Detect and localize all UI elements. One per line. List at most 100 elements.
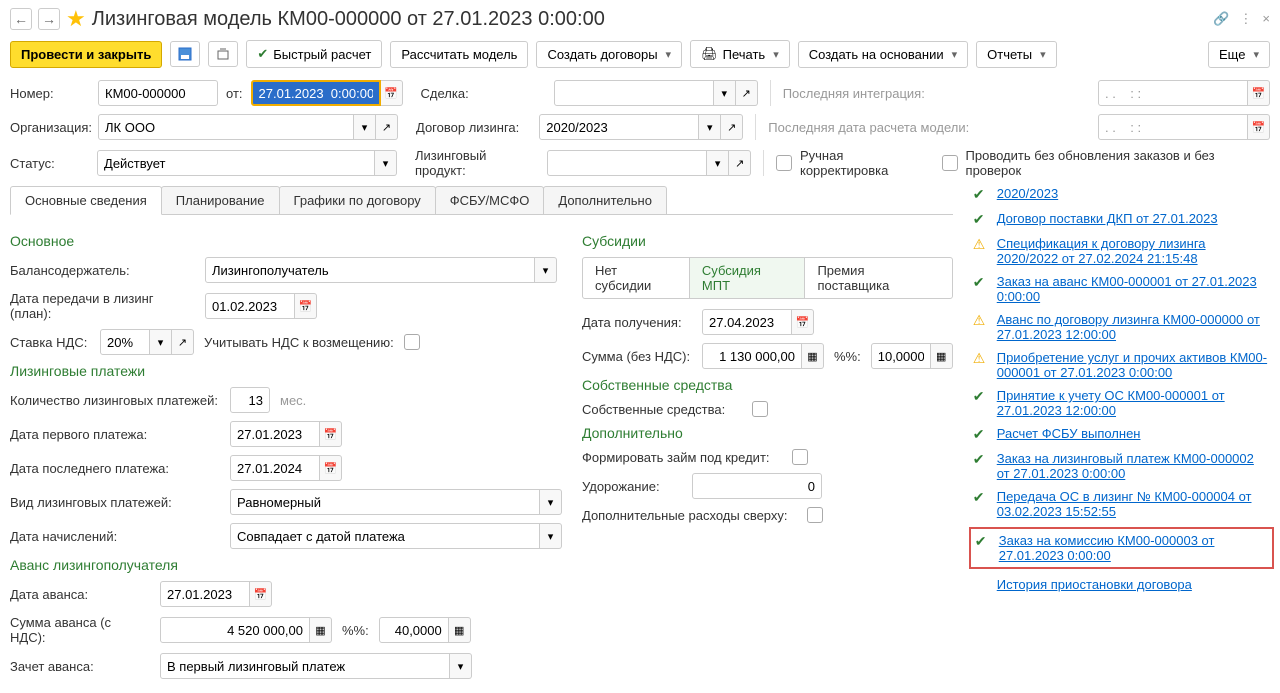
section-payments: Лизинговые платежи bbox=[10, 363, 562, 379]
star-icon[interactable]: ★ bbox=[66, 6, 86, 32]
org-input[interactable] bbox=[98, 114, 354, 140]
dropdown-icon[interactable]: ▾ bbox=[375, 150, 397, 176]
more-button[interactable]: Еще bbox=[1208, 41, 1270, 68]
dropdown-icon[interactable]: ▾ bbox=[714, 80, 736, 106]
vat-credit-checkbox[interactable] bbox=[404, 334, 420, 350]
check-icon: ✔ bbox=[973, 451, 989, 468]
open-icon[interactable]: ↗ bbox=[721, 114, 743, 140]
advance-date-input[interactable] bbox=[160, 581, 250, 607]
post-close-button[interactable]: Провести и закрыть bbox=[10, 41, 162, 68]
accrual-date-input[interactable] bbox=[230, 523, 540, 549]
seg-mpt[interactable]: Субсидия МПТ bbox=[690, 258, 806, 298]
last-pay-input[interactable] bbox=[230, 455, 320, 481]
status-input[interactable] bbox=[97, 150, 375, 176]
open-icon[interactable]: ↗ bbox=[172, 329, 194, 355]
create-based-button[interactable]: Создать на основании bbox=[798, 41, 968, 68]
menu-icon[interactable]: ⋮ bbox=[1239, 11, 1252, 27]
receive-date-input[interactable] bbox=[702, 309, 792, 335]
dropdown-icon[interactable]: ▾ bbox=[354, 114, 376, 140]
section-basic: Основное bbox=[10, 233, 562, 249]
window-title: Лизинговая модель КМ00-000000 от 27.01.2… bbox=[92, 8, 1207, 31]
dropdown-icon[interactable]: ▾ bbox=[535, 257, 557, 283]
calendar-icon[interactable]: 📅 bbox=[250, 581, 272, 607]
calendar-icon[interactable]: 📅 bbox=[1248, 80, 1270, 106]
extra-cost-checkbox[interactable] bbox=[807, 507, 823, 523]
quick-calc-button[interactable]: ✔Быстрый расчет bbox=[246, 40, 382, 68]
tab-basic[interactable]: Основные сведения bbox=[10, 186, 162, 215]
open-icon[interactable]: ↗ bbox=[729, 150, 751, 176]
calendar-icon[interactable]: 📅 bbox=[792, 309, 814, 335]
date-input[interactable] bbox=[251, 80, 381, 106]
last-integration-label: Последняя интеграция: bbox=[783, 86, 925, 101]
dropdown-icon[interactable]: ▾ bbox=[540, 523, 562, 549]
seg-supplier[interactable]: Премия поставщика bbox=[805, 258, 951, 298]
open-icon[interactable]: ↗ bbox=[376, 114, 398, 140]
markup-input[interactable] bbox=[692, 473, 822, 499]
dropdown-icon[interactable]: ▾ bbox=[707, 150, 729, 176]
link-advance-doc[interactable]: Аванс по договору лизинга КМ00-000000 от… bbox=[997, 312, 1270, 342]
link-advance-order[interactable]: Заказ на аванс КМ00-000001 от 27.01.2023… bbox=[997, 274, 1270, 304]
reports-button[interactable]: Отчеты bbox=[976, 41, 1056, 68]
pay-type-input[interactable] bbox=[230, 489, 540, 515]
calendar-icon[interactable]: 📅 bbox=[381, 80, 403, 106]
nav-back[interactable]: ← bbox=[10, 8, 32, 30]
create-contracts-button[interactable]: Создать договоры bbox=[536, 41, 682, 68]
link-spec[interactable]: Спецификация к договору лизинга 2020/202… bbox=[997, 236, 1270, 266]
check-icon: ✔ bbox=[973, 274, 989, 291]
pct-input[interactable] bbox=[871, 343, 931, 369]
own-checkbox[interactable] bbox=[752, 401, 768, 417]
first-pay-input[interactable] bbox=[230, 421, 320, 447]
calc-icon[interactable]: ▦ bbox=[802, 343, 824, 369]
seg-none[interactable]: Нет субсидии bbox=[583, 258, 690, 298]
pay-count-input[interactable] bbox=[230, 387, 270, 413]
post-button[interactable] bbox=[208, 41, 238, 67]
advance-credit-input[interactable] bbox=[160, 653, 450, 679]
balance-holder-input[interactable] bbox=[205, 257, 535, 283]
tab-planning[interactable]: Планирование bbox=[161, 186, 280, 214]
calendar-icon[interactable]: 📅 bbox=[1248, 114, 1270, 140]
link-history[interactable]: История приостановки договора bbox=[997, 577, 1192, 592]
vat-rate-label: Ставка НДС: bbox=[10, 335, 90, 350]
calc-icon[interactable]: ▦ bbox=[449, 617, 471, 643]
loan-checkbox[interactable] bbox=[792, 449, 808, 465]
link-acquisition[interactable]: Приобретение услуг и прочих активов КМ00… bbox=[997, 350, 1270, 380]
tab-extra[interactable]: Дополнительно bbox=[543, 186, 667, 214]
link-fsbu[interactable]: Расчет ФСБУ выполнен bbox=[997, 426, 1141, 441]
calc-icon[interactable]: ▦ bbox=[931, 343, 953, 369]
close-icon[interactable]: × bbox=[1262, 11, 1270, 27]
dropdown-icon[interactable]: ▾ bbox=[699, 114, 721, 140]
tab-schedules[interactable]: Графики по договору bbox=[279, 186, 436, 214]
calendar-icon[interactable]: 📅 bbox=[320, 455, 342, 481]
advance-date-label: Дата аванса: bbox=[10, 587, 150, 602]
link-commission[interactable]: Заказ на комиссию КМ00-000003 от 27.01.2… bbox=[999, 533, 1268, 563]
link-icon[interactable]: 🔗 bbox=[1213, 11, 1229, 27]
vat-rate-input[interactable] bbox=[100, 329, 150, 355]
no-update-checkbox[interactable] bbox=[942, 155, 958, 171]
link-accounting[interactable]: Принятие к учету ОС КМ00-000001 от 27.01… bbox=[997, 388, 1270, 418]
calendar-icon[interactable]: 📅 bbox=[295, 293, 317, 319]
link-supply[interactable]: Договор поставки ДКП от 27.01.2023 bbox=[997, 211, 1218, 226]
link-payment-order[interactable]: Заказ на лизинговый платеж КМ00-000002 о… bbox=[997, 451, 1270, 481]
dropdown-icon[interactable]: ▾ bbox=[150, 329, 172, 355]
save-button[interactable] bbox=[170, 41, 200, 67]
print-button[interactable]: 🖨Печать bbox=[690, 40, 790, 68]
sum-input[interactable] bbox=[702, 343, 802, 369]
manual-checkbox[interactable] bbox=[776, 155, 792, 171]
calc-icon[interactable]: ▦ bbox=[310, 617, 332, 643]
transfer-date-input[interactable] bbox=[205, 293, 295, 319]
nav-forward[interactable]: → bbox=[38, 8, 60, 30]
calendar-icon[interactable]: 📅 bbox=[320, 421, 342, 447]
open-icon[interactable]: ↗ bbox=[736, 80, 758, 106]
product-input[interactable] bbox=[547, 150, 707, 176]
link-transfer[interactable]: Передача ОС в лизинг № КМ00-000004 от 03… bbox=[997, 489, 1270, 519]
advance-sum-input[interactable] bbox=[160, 617, 310, 643]
lease-contract-input[interactable] bbox=[539, 114, 699, 140]
advance-pct-input[interactable] bbox=[379, 617, 449, 643]
dropdown-icon[interactable]: ▾ bbox=[450, 653, 472, 679]
deal-input[interactable] bbox=[554, 80, 714, 106]
dropdown-icon[interactable]: ▾ bbox=[540, 489, 562, 515]
tab-fsbu[interactable]: ФСБУ/МСФО bbox=[435, 186, 545, 214]
link-contract[interactable]: 2020/2023 bbox=[997, 186, 1058, 201]
calc-model-button[interactable]: Рассчитать модель bbox=[390, 41, 528, 68]
number-input[interactable] bbox=[98, 80, 218, 106]
